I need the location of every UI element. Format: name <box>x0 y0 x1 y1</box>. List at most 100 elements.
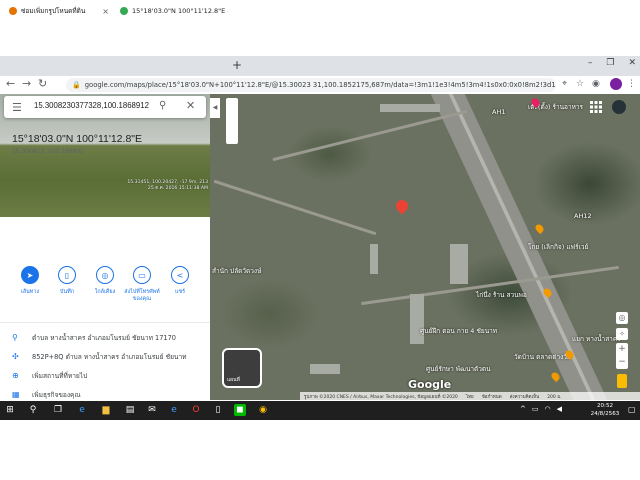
store-icon[interactable]: ▤ <box>124 404 136 416</box>
place-coordinates: 15.300823, 100.186891 <box>12 148 84 155</box>
minimize-icon[interactable]: – <box>588 58 593 68</box>
address-bar[interactable]: 🔒 google.com/maps/place/15°18'03.0"N+100… <box>66 78 556 92</box>
street-view-control[interactable] <box>226 98 238 144</box>
plus-code-row[interactable]: ✣ 852P+8Q ตำบล หางน้ำสาคร อำเภอมโนรมย์ ช… <box>12 351 187 362</box>
search-icon[interactable]: ⚲ <box>159 100 166 111</box>
map-label: ไก่นึ่ง ร้าน สวนพอ <box>476 291 527 299</box>
volume-icon[interactable]: ◀ <box>557 405 562 413</box>
add-business-text: เพิ่มธุรกิจของคุณ <box>32 390 81 399</box>
language-link[interactable]: ไทย <box>466 393 474 400</box>
map-label: วัดบ้าน ตลาดต่างวัย <box>514 353 571 361</box>
map-label: AH1 <box>492 108 506 116</box>
divider <box>0 322 210 323</box>
attribution-text: รูปภาพ ©2020 CNES / Airbus, Maxar Techno… <box>304 394 458 400</box>
compass-icon[interactable]: ✧ <box>616 328 628 340</box>
map-label: ศูนย์รักษา พัฒนาตัวตน <box>426 365 491 373</box>
tab-close-icon[interactable]: × <box>102 7 109 16</box>
road <box>272 109 468 162</box>
add-business-row[interactable]: ▦ เพิ่มธุรกิจของคุณ <box>12 389 81 399</box>
zoom-out-button[interactable]: − <box>616 356 628 369</box>
tab-active[interactable]: 15°18'03.0"N 100°11'12.8"E - Goo × <box>115 2 228 20</box>
forward-icon[interactable]: → <box>22 77 31 90</box>
send-to-phone-button[interactable]: ▭ ส่งไปที่โทรศัพท์ของคุณ <box>123 266 161 303</box>
extension-icon[interactable]: ◉ <box>592 79 600 89</box>
edge-icon[interactable]: e <box>76 404 88 416</box>
apps-grid-icon[interactable] <box>590 101 602 113</box>
internet-explorer-icon[interactable]: e <box>168 404 180 416</box>
account-avatar[interactable] <box>612 100 626 114</box>
add-place-text: เพิ่มสถานที่ที่หายไป <box>32 372 88 380</box>
windows-start-icon[interactable]: ⊞ <box>4 404 16 416</box>
opera-icon[interactable]: O <box>190 404 202 416</box>
wifi-icon[interactable]: ◠ <box>545 405 551 413</box>
map-label: ศูนย์ฝึก ตอน กาย 4 ชัยนาท <box>420 327 498 335</box>
mail-icon[interactable]: ✉ <box>146 404 158 416</box>
new-tab-button[interactable]: + <box>232 58 242 72</box>
lock-icon: 🔒 <box>72 81 81 89</box>
feedback-link[interactable]: ส่งความคิดเห็น <box>510 393 540 400</box>
zoom-control: + − <box>616 343 628 369</box>
notification-icon[interactable]: ▢ <box>628 405 636 414</box>
place-title: 15°18'03.0"N 100°11'12.8"E <box>12 133 143 145</box>
chrome-icon[interactable]: ◉ <box>257 404 269 416</box>
google-logo: Google <box>408 378 452 391</box>
photo-caption: 15.31451, 100.20427, -17 9m, 213 25 ต.ค.… <box>127 180 208 192</box>
menu-dots-icon[interactable]: ⋮ <box>627 79 636 89</box>
scale-bar[interactable]: 200 ม. <box>547 393 561 400</box>
layers-toggle[interactable]: แผนที่ <box>222 348 262 388</box>
action-label: บันทึก <box>60 289 74 295</box>
action-label: เส้นทาง <box>20 289 40 295</box>
share-button[interactable]: < แชร์ <box>161 266 199 296</box>
url-text: google.com/maps/place/15°18'03.0"N+100°1… <box>84 81 556 89</box>
tab-inactive[interactable]: ซ่อมเพิ่มกรูปโหนดที่ดิน × <box>4 2 114 20</box>
tab-title: 15°18'03.0"N 100°11'12.8"E - Goo <box>132 7 228 15</box>
search-input[interactable] <box>34 101 154 110</box>
site-icon <box>9 7 17 15</box>
plus-code-icon: ✣ <box>12 352 19 361</box>
tray-up-icon[interactable]: ^ <box>520 405 526 413</box>
close-icon[interactable]: ✕ <box>186 99 195 112</box>
add-place-row[interactable]: ⊕ เพิ่มสถานที่ที่หายไป <box>12 370 87 381</box>
address-row[interactable]: ⚲ ตำบล หางน้ำสาคร อำเภอมโนรมย์ ชัยนาท 17… <box>12 332 176 343</box>
poi-marker-icon[interactable] <box>533 222 546 235</box>
poi-marker-icon[interactable] <box>549 370 562 383</box>
task-view-icon[interactable]: ❐ <box>52 404 64 416</box>
document-icon[interactable]: ▯ <box>212 404 224 416</box>
clock-date: 24/8/2563 <box>590 411 620 417</box>
nearby-button[interactable]: ◎ ใกล้เคียง <box>86 266 124 296</box>
send-to-phone-icon: ▭ <box>133 266 151 284</box>
line-app-icon[interactable]: ◼ <box>234 404 246 416</box>
photo-caption-date: 25 ต.ค. 2016 15:11:38 AM <box>147 186 208 191</box>
tab-strip <box>0 56 640 76</box>
map-label: AH12 <box>574 212 592 220</box>
terms-link[interactable]: ข้อกำหนด <box>482 393 502 400</box>
taskbar-clock[interactable]: 20:52 24/8/2563 <box>586 402 624 418</box>
satellite-map[interactable]: AH1 AH12 เต๊ะ(ตั้ง) ร้านอาหาร โกย (เลิกก… <box>210 94 640 400</box>
save-button[interactable]: ▯ บันทึก <box>48 266 86 296</box>
collapse-panel-icon[interactable]: ◀ <box>210 98 220 118</box>
building <box>380 104 440 112</box>
bookmark-icon: ▯ <box>58 266 76 284</box>
maximize-icon[interactable]: ❐ <box>606 58 614 68</box>
profile-avatar[interactable] <box>610 78 622 90</box>
reload-icon[interactable]: ↻ <box>38 77 47 90</box>
location-icon[interactable]: ⌖ <box>562 79 567 89</box>
network-icon[interactable]: ▭ <box>532 405 539 413</box>
action-label: แชร์ <box>174 289 186 295</box>
system-tray: ^ ▭ ◠ ◀ <box>520 405 562 413</box>
building <box>450 244 468 284</box>
directions-button[interactable]: ➤ เส้นทาง <box>11 266 49 296</box>
menu-icon[interactable]: ☰ <box>12 101 22 114</box>
map-label: สำนัก ปลัดวัดวงษ์ <box>212 267 262 275</box>
search-taskbar-icon[interactable]: ⚲ <box>27 404 39 416</box>
file-explorer-icon[interactable]: ▆ <box>100 404 112 416</box>
pegman-icon[interactable] <box>617 374 627 388</box>
close-window-icon[interactable]: ✕ <box>628 58 636 68</box>
zoom-in-button[interactable]: + <box>616 343 628 356</box>
star-icon[interactable]: ☆ <box>576 79 584 89</box>
back-icon[interactable]: ← <box>6 77 15 90</box>
add-business-icon: ▦ <box>12 389 20 399</box>
map-attribution: รูปภาพ ©2020 CNES / Airbus, Maxar Techno… <box>300 392 640 400</box>
directions-icon: ➤ <box>21 266 39 284</box>
my-location-icon[interactable]: ◎ <box>616 312 628 324</box>
